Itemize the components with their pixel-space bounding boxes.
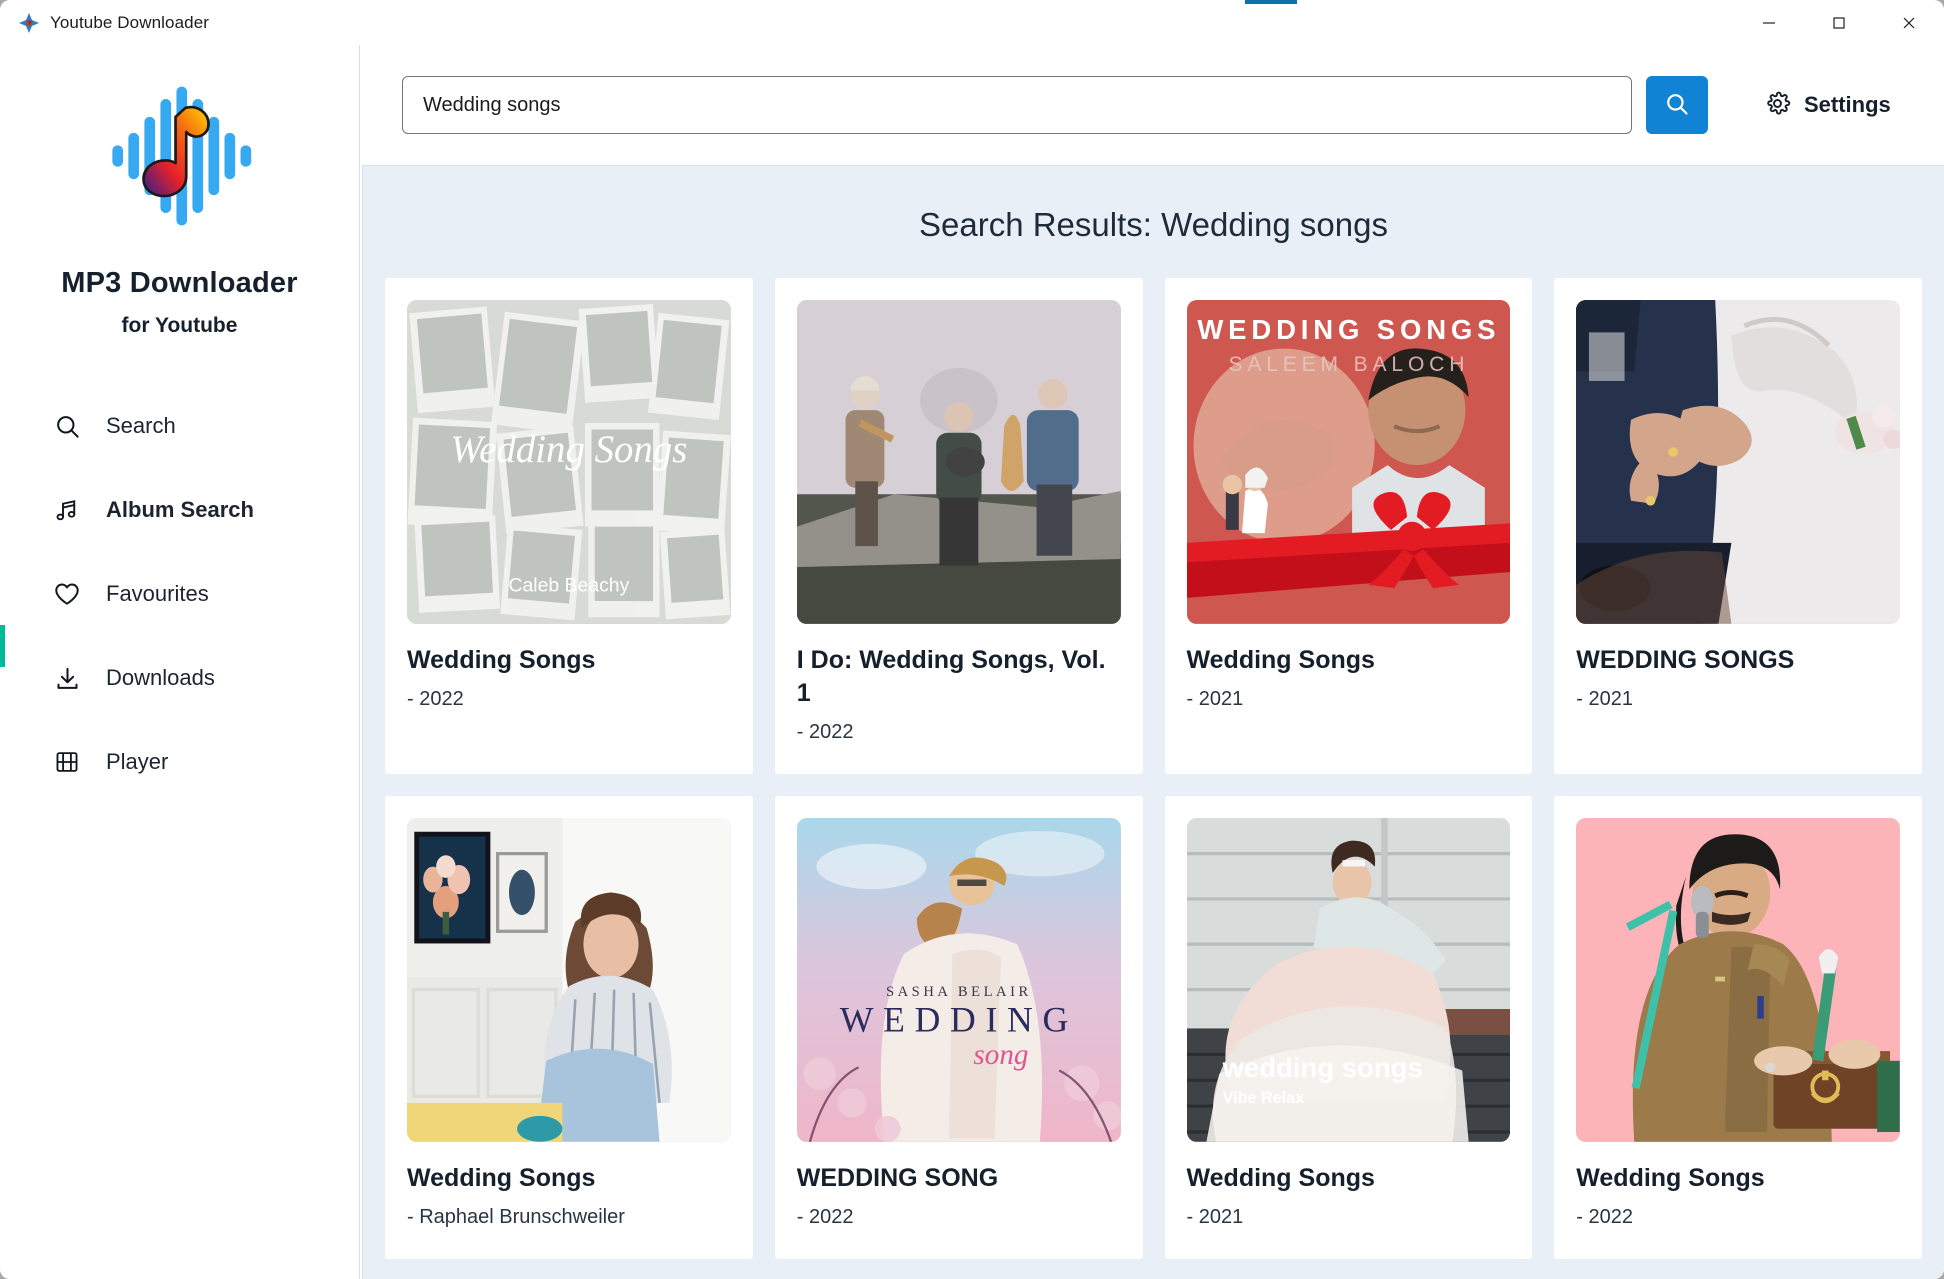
svg-text:WEDDING SONGS: WEDDING SONGS [1197,314,1500,345]
album-title: Wedding Songs [1186,645,1375,674]
sidebar-item-album-search[interactable]: Album Search [52,468,307,552]
brand-subtitle: for Youtube [121,314,238,337]
sidebar-item-downloads[interactable]: Downloads [52,636,307,720]
album-title: Wedding Songs [407,645,596,674]
film-icon [52,747,82,777]
album-art-harmonium-singer [1576,817,1900,1142]
album-card[interactable]: wedding songs Vibe Relax Wedding Songs -… [1164,795,1533,1259]
settings-button[interactable]: Settings [1764,90,1891,120]
album-title: Wedding Songs [1186,1163,1375,1192]
svg-text:Caleb Beachy: Caleb Beachy [508,574,629,596]
album-title: WEDDING SONGS [1576,645,1795,674]
window-controls [1734,0,1944,45]
album-art-red-ribbon-singer: WEDDING SONGS SALEEM BALOCH [1186,300,1511,624]
album-art-holding-hands [1576,300,1900,624]
maximize-button[interactable] [1804,0,1874,45]
album-art-band-on-log [796,300,1121,624]
search-button[interactable] [1646,76,1708,134]
album-subtitle: - 2021 [1576,687,1633,710]
album-art-couple-blanket: SASHA BELAIR WEDDING song [796,817,1121,1142]
heart-icon [52,579,82,609]
album-card[interactable]: Wedding Songs - 2022 [1554,795,1922,1259]
album-subtitle: - 2022 [407,687,464,710]
svg-text:song: song [973,1039,1028,1071]
album-card[interactable]: WEDDING SONGS - 2021 [1554,278,1922,774]
brand-title: MP3 Downloader [61,267,298,299]
sidebar-item-label: Downloads [106,665,215,690]
main-area: Settings Search Results: Wedding songs [360,45,1944,1279]
sidebar-item-player[interactable]: Player [52,720,307,804]
gear-icon [1764,90,1791,120]
search-icon [52,411,82,441]
top-bar: Settings [360,45,1944,165]
album-card[interactable]: Wedding Songs Caleb Beachy Wedding Songs… [385,278,753,774]
album-art-woman-in-room [407,817,731,1142]
sidebar-item-label: Player [106,749,169,774]
album-subtitle: - 2022 [796,1205,854,1228]
sidebar: MP3 Downloader for Youtube Search Album … [0,45,360,1279]
minimize-button[interactable] [1734,0,1804,45]
svg-text:wedding songs: wedding songs [1221,1052,1422,1083]
album-subtitle: - 2022 [1576,1205,1633,1228]
window-title: Youtube Downloader [50,12,210,32]
app-window: Youtube Downloader MP3 Downloader for Yo… [0,0,1944,1279]
album-subtitle: - 2021 [1186,687,1244,710]
album-subtitle: - 2021 [1186,1205,1244,1228]
window-body: MP3 Downloader for Youtube Search Album … [0,45,1944,1279]
svg-text:Vibe Relax: Vibe Relax [1222,1089,1304,1107]
sidebar-item-label: Favourites [106,581,209,606]
search-icon [1664,91,1690,120]
music-waveform-logo-icon [91,67,269,245]
sidebar-item-favourites[interactable]: Favourites [52,552,307,636]
svg-text:SASHA BELAIR: SASHA BELAIR [886,984,1032,1000]
sidebar-nav: Search Album Search Favourites Downloads… [0,384,359,804]
album-art-polaroid-collage: Wedding Songs Caleb Beachy [407,300,731,624]
title-bar: Youtube Downloader [0,0,1944,45]
sidebar-item-search[interactable]: Search [52,384,307,468]
album-title: WEDDING SONG [796,1163,999,1192]
close-button[interactable] [1874,0,1944,45]
svg-text:SALEEM BALOCH: SALEEM BALOCH [1228,353,1469,376]
album-art-bride-twirling: wedding songs Vibe Relax [1186,817,1511,1142]
results-panel[interactable]: Search Results: Wedding songs Wedding So… [362,165,1944,1279]
download-icon [52,663,82,693]
music-note-icon [52,495,82,525]
sidebar-item-label: Search [106,413,176,438]
album-subtitle: - 2022 [796,720,854,743]
sidebar-item-label: Album Search [106,497,254,522]
sidebar-edge-accent [0,625,5,667]
album-title: I Do: Wedding Songs, Vol. 1 [796,645,1106,707]
results-heading: Search Results: Wedding songs [919,206,1388,243]
album-card[interactable]: I Do: Wedding Songs, Vol. 1 - 2022 [774,278,1143,774]
search-input[interactable] [402,76,1632,134]
app-logo-icon [18,12,40,34]
svg-text:Wedding Songs: Wedding Songs [450,428,687,471]
album-grid: Wedding Songs Caleb Beachy Wedding Songs… [385,278,1922,1259]
top-accent-bar [1245,0,1297,4]
album-card[interactable]: SASHA BELAIR WEDDING song WEDDING SONG -… [774,795,1143,1259]
album-card[interactable]: Wedding Songs - Raphael Brunschweiler [385,795,753,1259]
album-card[interactable]: WEDDING SONGS SALEEM BALOCH Wedding Song… [1164,278,1533,774]
svg-text:WEDDING: WEDDING [840,999,1078,1039]
album-title: Wedding Songs [407,1163,596,1192]
album-subtitle: - Raphael Brunschweiler [407,1205,625,1228]
album-title: Wedding Songs [1576,1163,1765,1192]
settings-label: Settings [1804,92,1891,117]
